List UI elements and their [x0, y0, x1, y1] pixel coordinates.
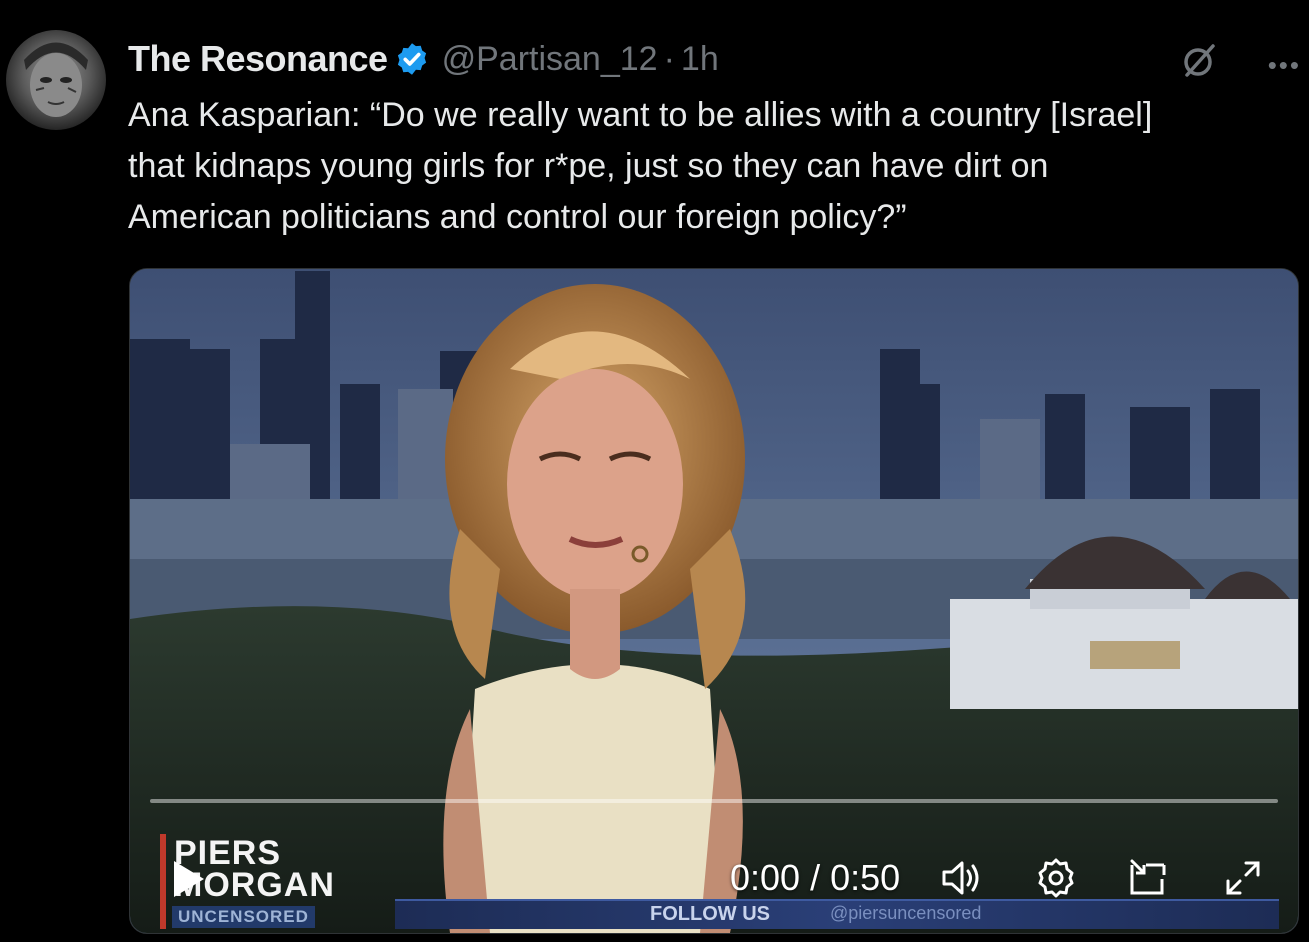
more-icon[interactable]: •••: [1268, 50, 1301, 81]
avatar-image: [24, 42, 88, 117]
play-icon[interactable]: [166, 857, 210, 901]
tweet-text: Ana Kasparian: “Do we really want to be …: [128, 96, 1153, 236]
grok-icon[interactable]: [1179, 40, 1219, 80]
display-name[interactable]: The Resonance: [128, 38, 388, 80]
video-player[interactable]: PIERS MORGAN UNCENSORED FOLLOW US @piers…: [129, 268, 1299, 934]
lower-third-text: FOLLOW US: [650, 903, 770, 925]
avatar[interactable]: [6, 30, 106, 130]
fullscreen-icon[interactable]: [1220, 855, 1266, 901]
logo-line-3: UNCENSORED: [172, 906, 315, 928]
post-time[interactable]: 1h: [681, 40, 719, 79]
volume-icon[interactable]: [938, 855, 984, 901]
lower-third-handle: @piersuncensored: [830, 903, 982, 923]
picture-in-picture-icon[interactable]: [1126, 855, 1172, 901]
progress-bar[interactable]: [150, 799, 1278, 803]
video-timecode: 0:00 / 0:50: [730, 857, 901, 898]
verified-badge-icon: [397, 43, 426, 75]
user-handle[interactable]: @Partisan_12: [442, 40, 658, 79]
separator-dot: ·: [663, 39, 675, 78]
tweet-header: The Resonance @Partisan_12 · 1h: [128, 34, 1289, 84]
gear-icon[interactable]: [1033, 855, 1079, 901]
